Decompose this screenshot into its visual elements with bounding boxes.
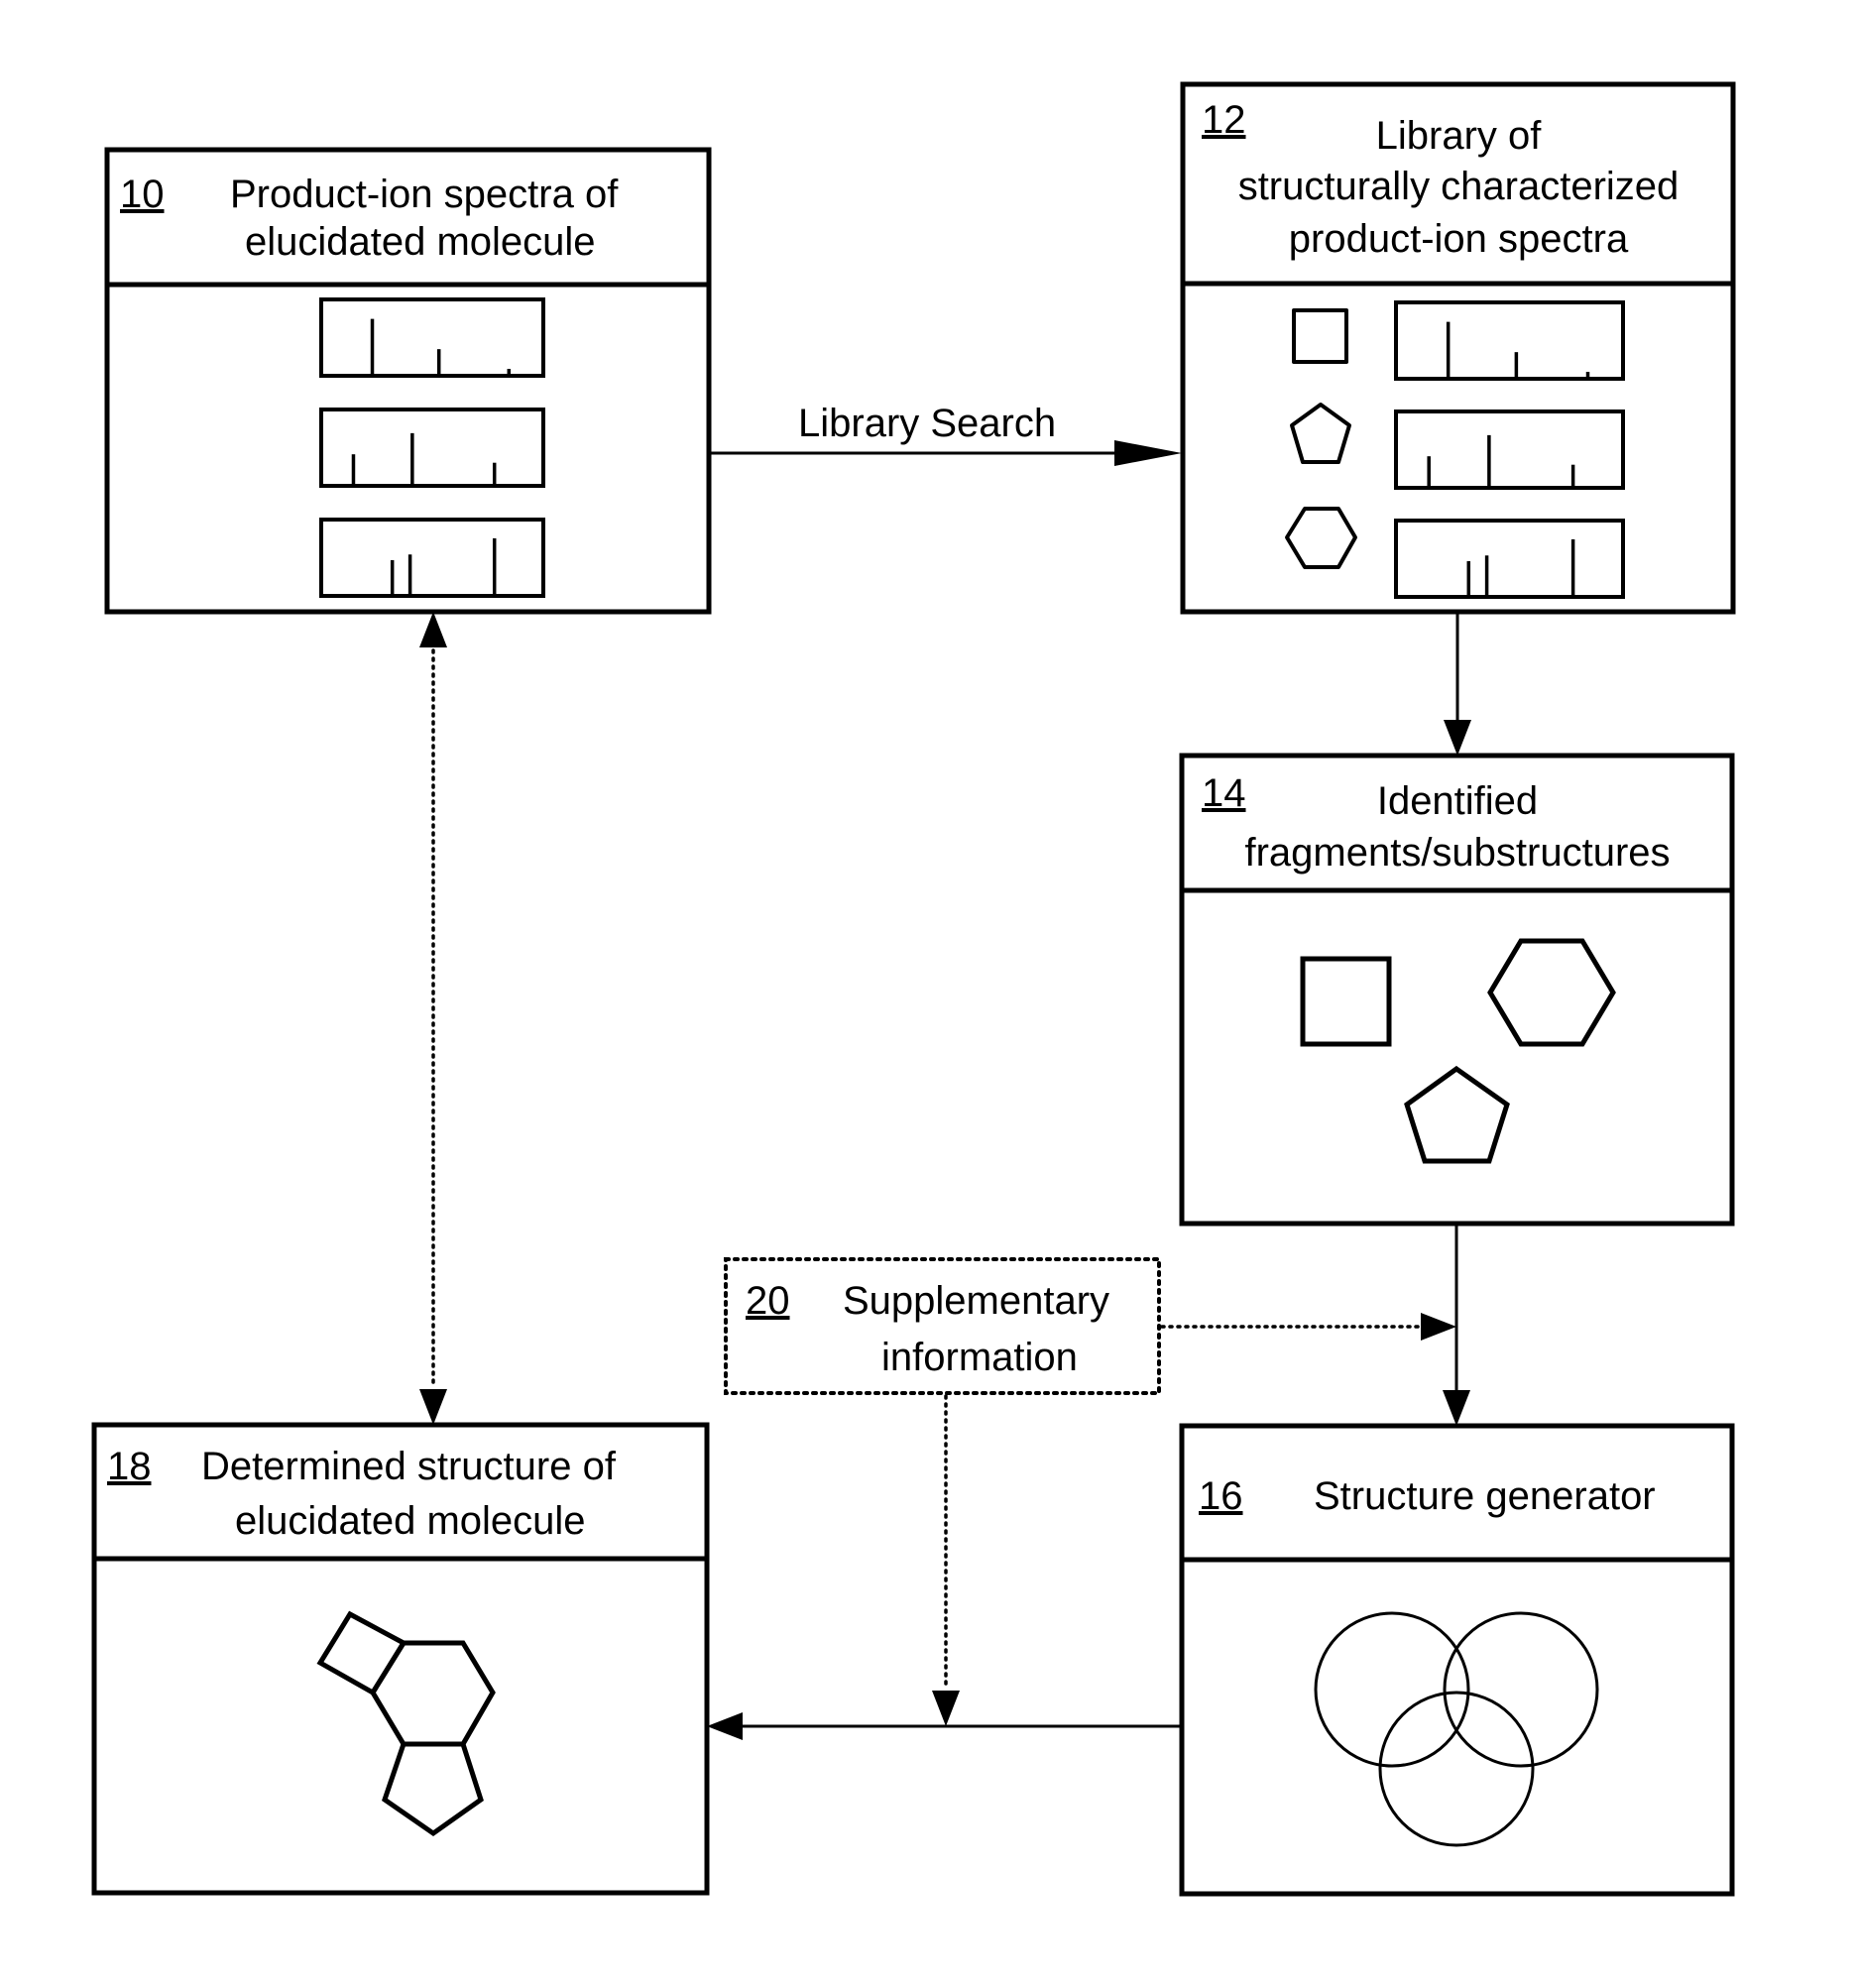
box-10-ref-number: 10 xyxy=(120,173,165,216)
box-14-ref-number: 14 xyxy=(1202,771,1246,815)
box-12-ref-number: 12 xyxy=(1202,98,1246,142)
box-14-title-line-2: fragments/substructures xyxy=(1244,831,1670,875)
box-12-spectra xyxy=(1394,300,1625,599)
arrow-14-to-16-head-icon xyxy=(1443,1390,1470,1426)
arrow-library-search-head-icon xyxy=(1114,440,1182,466)
box-18-ref-number: 18 xyxy=(107,1445,152,1488)
box-12-title-line-2: structurally characterized xyxy=(1238,165,1680,208)
box-10-title-line-1: Product-ion spectra of xyxy=(230,173,619,216)
box-20-supplementary-information: 20 Supplementary information xyxy=(724,1257,1161,1395)
box-20-title-line-2: information xyxy=(881,1336,1078,1379)
arrow-18-10-down-head-icon xyxy=(419,1389,447,1425)
box-16-structure-generator: 16 Structure generator xyxy=(1179,1423,1735,1897)
box-14-identified-fragments: 14 Identified fragments/substructures xyxy=(1179,753,1735,1227)
box-10-spectrum-1-frame xyxy=(319,297,545,378)
box-12-spectrum-3-frame xyxy=(1394,519,1625,599)
box-10-title-line-2: elucidated molecule xyxy=(245,220,596,264)
box-12-spectral-library: 12 Library of structurally characterized… xyxy=(1180,81,1736,615)
arrow-20-to-generator-input xyxy=(1160,1313,1456,1341)
box-12-spectrum-1-frame xyxy=(1394,300,1625,381)
box-18-title-line-2: elucidated molecule xyxy=(235,1499,586,1543)
library-search-label: Library Search xyxy=(798,402,1056,445)
arrow-18-to-10-comparison xyxy=(419,612,447,1425)
arrow-library-search: Library Search xyxy=(709,402,1182,466)
arrow-12-to-14 xyxy=(1444,612,1471,756)
box-18-determined-structure: 18 Determined structure of elucidated mo… xyxy=(91,1422,710,1896)
box-20-title-line-1: Supplementary xyxy=(843,1279,1109,1323)
box-12-title-line-3: product-ion spectra xyxy=(1289,217,1629,261)
box-10-spectra xyxy=(319,297,545,598)
box-20-ref-number: 20 xyxy=(746,1279,790,1323)
box-10-spectrum-3-frame xyxy=(319,518,545,598)
arrow-20-right-head-icon xyxy=(1421,1313,1456,1341)
box-10-product-ion-spectra: 10 Product-ion spectra of elucidated mol… xyxy=(104,147,712,615)
flow-diagram: 10 Product-ion spectra of elucidated mol… xyxy=(91,81,1736,1897)
arrow-12-to-14-head-icon xyxy=(1444,720,1471,756)
box-12-title-line-1: Library of xyxy=(1376,114,1543,158)
arrow-20-to-structure-output xyxy=(932,1394,960,1726)
box-16-ref-number: 16 xyxy=(1199,1474,1243,1518)
box-14-frame xyxy=(1179,753,1735,1227)
box-14-title-line-1: Identified xyxy=(1377,779,1538,823)
box-18-frame xyxy=(91,1422,710,1896)
arrow-18-10-up-head-icon xyxy=(419,612,447,647)
arrow-16-to-18-head-icon xyxy=(707,1712,743,1740)
box-16-title: Structure generator xyxy=(1314,1474,1656,1518)
box-18-title-line-1: Determined structure of xyxy=(201,1445,617,1488)
arrow-20-down-head-icon xyxy=(932,1691,960,1726)
